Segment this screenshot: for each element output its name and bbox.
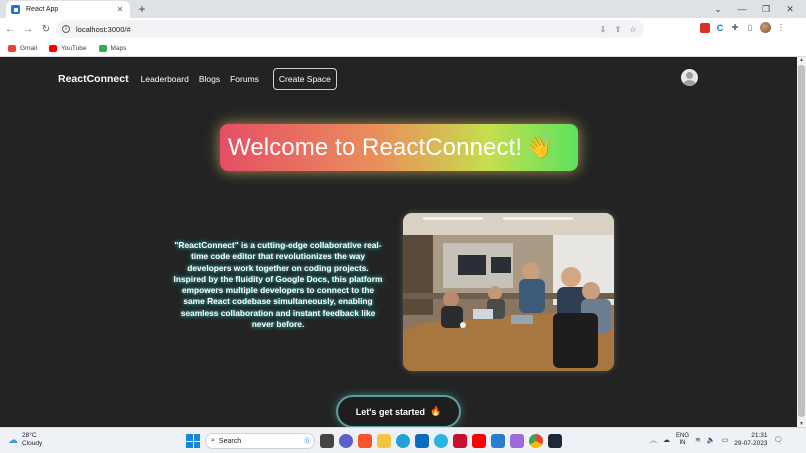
task-view-icon[interactable] bbox=[320, 434, 334, 448]
nav-link-blogs[interactable]: Blogs bbox=[199, 74, 220, 84]
app-diamond-icon[interactable] bbox=[510, 434, 524, 448]
notifications-icon[interactable]: 🗨 bbox=[773, 436, 782, 444]
bookmark-star-icon[interactable]: ☆ bbox=[628, 25, 638, 34]
hero-banner: Welcome to ReactConnect! 👋 bbox=[220, 124, 578, 171]
fire-icon: 🔥 bbox=[429, 406, 442, 416]
clock-time: 21:31 bbox=[751, 432, 768, 439]
volume-icon[interactable]: 🔈 bbox=[707, 436, 716, 444]
system-tray: ︿ ☁ ENG IN ≋ 🔈 ▭ 21:31 29-07-2023 🗨 bbox=[650, 432, 782, 448]
hero-title: Welcome to ReactConnect! bbox=[228, 133, 523, 161]
cloud-icon: ☁ bbox=[8, 434, 18, 446]
nav-link-forums[interactable]: Forums bbox=[230, 74, 259, 84]
battery-icon[interactable]: ▭ bbox=[722, 436, 729, 444]
window-controls: ⌄ — ❐ ✕ bbox=[706, 0, 802, 18]
vscode-icon[interactable] bbox=[491, 434, 505, 448]
edge-icon[interactable] bbox=[396, 434, 410, 448]
chrome-icon[interactable] bbox=[529, 434, 543, 448]
site-info-icon[interactable]: i bbox=[62, 25, 70, 33]
system-clock[interactable]: 21:31 29-07-2023 bbox=[734, 432, 767, 448]
chat-icon[interactable] bbox=[339, 434, 353, 448]
browser-tab[interactable]: React App ✕ bbox=[6, 1, 130, 18]
app-navbar: ReactConnect Leaderboard Blogs Forums Cr… bbox=[58, 67, 698, 91]
intro-description: "ReactConnect" is a cutting-edge collabo… bbox=[173, 240, 383, 330]
search-icon: ⌕ bbox=[211, 437, 215, 444]
tab-search-icon[interactable]: ⌄ bbox=[706, 4, 730, 15]
share-icon[interactable]: ⇪ bbox=[613, 25, 623, 34]
nav-link-leaderboard[interactable]: Leaderboard bbox=[141, 74, 189, 84]
weather-temperature: 28°C bbox=[22, 432, 37, 439]
address-bar[interactable]: i localhost:3000/# ⇩ ⇪ ☆ bbox=[56, 20, 644, 38]
restore-icon[interactable]: ❐ bbox=[754, 4, 778, 15]
mcafee-icon[interactable] bbox=[453, 434, 467, 448]
maps-icon bbox=[98, 44, 107, 52]
bookmark-maps[interactable]: Maps bbox=[98, 44, 126, 52]
tab-title: React App bbox=[26, 6, 59, 13]
gmail-icon bbox=[8, 44, 16, 52]
tray-chevron-icon[interactable]: ︿ bbox=[650, 435, 657, 445]
windows-taskbar: ☁ 28°C Cloudy ⌕ Search ⓑ ︿ ☁ ENG IN ≋ 🔈 … bbox=[0, 427, 806, 453]
browser-menu-icon[interactable]: ⋮ bbox=[776, 23, 786, 32]
get-started-button[interactable]: Let's get started 🔥 bbox=[338, 397, 459, 426]
scroll-thumb[interactable] bbox=[798, 65, 805, 417]
page-scrollbar[interactable]: ▲ ▼ bbox=[797, 57, 806, 427]
url-text: localhost:3000/# bbox=[76, 24, 131, 34]
windows-start-icon[interactable] bbox=[186, 434, 200, 448]
brand-logo[interactable]: ReactConnect bbox=[58, 73, 129, 85]
browser-tabbar: React App ✕ + ⌄ — ❐ ✕ bbox=[0, 0, 806, 18]
microsoft-store-icon[interactable] bbox=[415, 434, 429, 448]
file-explorer-icon[interactable] bbox=[377, 434, 391, 448]
app-bird-icon[interactable] bbox=[434, 434, 448, 448]
brave-browser-icon[interactable] bbox=[358, 434, 372, 448]
forward-icon[interactable]: → bbox=[20, 24, 36, 35]
taskbar-search-label: Search bbox=[218, 437, 242, 445]
browser-profile-avatar[interactable] bbox=[760, 22, 771, 33]
extensions-puzzle-icon[interactable]: ✚ bbox=[730, 23, 740, 32]
weather-widget[interactable]: ☁ 28°C Cloudy bbox=[8, 432, 42, 448]
back-icon[interactable]: ← bbox=[2, 24, 18, 35]
wifi-icon[interactable]: ≋ bbox=[695, 436, 701, 444]
extension-c-icon[interactable]: C bbox=[715, 22, 725, 33]
reload-icon[interactable]: ↻ bbox=[38, 24, 54, 35]
browser-toolbar: ← → ↻ i localhost:3000/# ⇩ ⇪ ☆ C ✚ ▯ ⋮ bbox=[0, 18, 806, 40]
bing-icon: ⓑ bbox=[304, 438, 311, 445]
team-collaboration-photo bbox=[403, 213, 614, 371]
extension-red-icon[interactable] bbox=[700, 22, 710, 33]
page-viewport: ReactConnect Leaderboard Blogs Forums Cr… bbox=[0, 57, 797, 427]
waving-hand-icon: 👋 bbox=[526, 136, 553, 159]
bookmarks-bar: Gmail YouTube Maps bbox=[0, 40, 806, 57]
react-favicon-icon bbox=[11, 5, 20, 14]
clock-date: 29-07-2023 bbox=[734, 440, 768, 447]
onedrive-icon[interactable]: ☁ bbox=[663, 436, 670, 444]
close-tab-icon[interactable]: ✕ bbox=[115, 5, 125, 14]
side-panel-icon[interactable]: ▯ bbox=[745, 23, 755, 32]
close-window-icon[interactable]: ✕ bbox=[778, 4, 802, 15]
youtube-icon bbox=[48, 44, 57, 52]
user-avatar[interactable] bbox=[681, 69, 698, 86]
create-space-button[interactable]: Create Space bbox=[272, 68, 337, 90]
minimize-icon[interactable]: — bbox=[730, 4, 754, 14]
taskbar-apps: ⌕ Search ⓑ bbox=[186, 431, 562, 451]
scroll-up-icon[interactable]: ▲ bbox=[797, 57, 806, 63]
install-icon[interactable]: ⇩ bbox=[598, 25, 608, 34]
language-indicator[interactable]: ENG IN bbox=[676, 433, 689, 447]
new-tab-button[interactable]: + bbox=[136, 2, 148, 16]
figma-icon[interactable] bbox=[548, 434, 562, 448]
weather-condition: Cloudy bbox=[22, 440, 43, 447]
get-started-label: Let's get started bbox=[355, 406, 425, 417]
bookmark-gmail[interactable]: Gmail bbox=[8, 44, 37, 52]
youtube-app-icon[interactable] bbox=[472, 434, 486, 448]
office-scene-illustration bbox=[403, 213, 614, 371]
taskbar-search[interactable]: ⌕ Search ⓑ bbox=[205, 433, 315, 449]
bookmark-youtube[interactable]: YouTube bbox=[48, 44, 87, 52]
